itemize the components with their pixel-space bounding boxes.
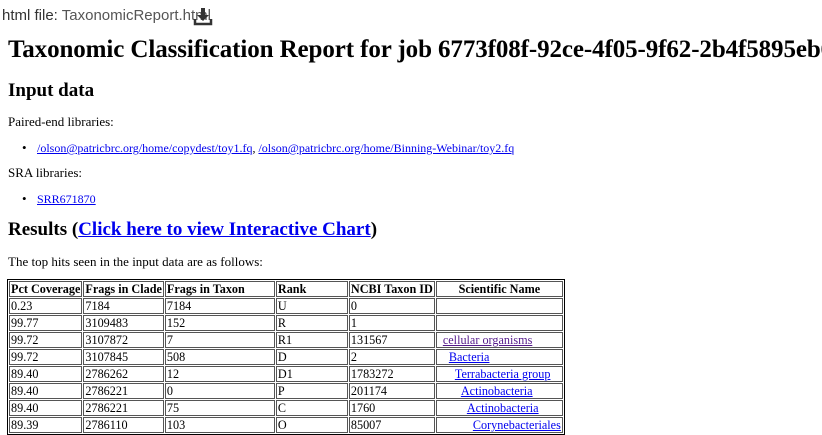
file-label-prefix: html file:: [2, 7, 58, 24]
cell-scientific-name: cellular organisms: [435, 332, 563, 348]
cell-pct-coverage: 99.72: [9, 332, 83, 348]
header-frags-in-clade: Frags in Clade: [83, 281, 164, 297]
cell-ncbi-taxon-id: 131567: [348, 332, 435, 348]
top-hits-intro: The top hits seen in the input data are …: [8, 254, 263, 269]
paired-end-list-item: • /olson@patricbrc.org/home/copydest/toy1…: [22, 140, 514, 156]
results-heading-prefix: Results (: [8, 219, 79, 240]
cell-pct-coverage: 99.77: [9, 315, 83, 331]
cell-frags-in-clade: 2786221: [83, 383, 164, 399]
bullet-icon: •: [22, 140, 27, 155]
sra-label: SRA libraries:: [8, 165, 83, 180]
header-scientific-name: Scientific Name: [435, 281, 563, 297]
download-icon[interactable]: [193, 6, 213, 26]
paired-link-2[interactable]: /olson@patricbrc.org/home/Binning-Webina…: [258, 141, 514, 155]
file-header-bar: html file: TaxonomicReport.html: [0, 0, 822, 30]
table-row: 89.40 2786262 12 D1 1783272 Terrabacteria gro…: [9, 366, 563, 382]
cell-ncbi-taxon-id: 1783272: [348, 366, 435, 382]
table-header-row: Pct Coverage Frags in Clade Frags in Tax…: [9, 281, 563, 297]
taxon-link[interactable]: Actinobacteria: [467, 401, 539, 415]
cell-rank: C: [275, 400, 348, 416]
taxon-link[interactable]: Terrabacteria group: [455, 367, 551, 381]
cell-pct-coverage: 0.23: [9, 298, 83, 314]
cell-frags-in-taxon: 12: [164, 366, 275, 382]
table-row: 89.40 2786221 0 P 201174 Actinobacteria: [9, 383, 563, 399]
taxonomy-table: Pct Coverage Frags in Clade Frags in Tax…: [7, 279, 565, 435]
cell-frags-in-taxon: 75: [164, 400, 275, 416]
cell-scientific-name: Terrabacteria group: [435, 366, 563, 382]
cell-frags-in-clade: 7184: [83, 298, 164, 314]
bullet-icon: •: [22, 191, 27, 206]
taxonomy-table-body: 0.23 7184 7184 U 0 99.77 3109483 152 R 1 99.72 3107…: [9, 298, 563, 433]
cell-frags-in-clade: 2786221: [83, 400, 164, 416]
taxon-link[interactable]: Actinobacteria: [461, 384, 533, 398]
table-row: 99.72 3107872 7 R1 131567 cellular organisms: [9, 332, 563, 348]
cell-scientific-name: Actinobacteria: [435, 383, 563, 399]
cell-frags-in-taxon: 7: [164, 332, 275, 348]
interactive-chart-link[interactable]: Click here to view Interactive Chart: [78, 219, 371, 240]
results-heading: Results (Click here to view Interactive …: [8, 219, 377, 241]
header-rank: Rank: [275, 281, 348, 297]
cell-frags-in-taxon: 0: [164, 383, 275, 399]
table-row: 0.23 7184 7184 U 0: [9, 298, 563, 314]
table-row: 99.72 3107845 508 D 2 Bacteria: [9, 349, 563, 365]
header-pct-coverage: Pct Coverage: [9, 281, 83, 297]
cell-pct-coverage: 89.40: [9, 400, 83, 416]
sra-list-item: • SRR671870: [22, 191, 96, 207]
input-data-heading: Input data: [8, 80, 95, 101]
cell-pct-coverage: 89.40: [9, 383, 83, 399]
cell-frags-in-clade: 2786262: [83, 366, 164, 382]
cell-frags-in-clade: 3107845: [83, 349, 164, 365]
cell-frags-in-clade: 3109483: [83, 315, 164, 331]
taxon-link[interactable]: cellular organisms: [443, 333, 532, 347]
cell-rank: R1: [275, 332, 348, 348]
cell-rank: P: [275, 383, 348, 399]
cell-frags-in-clade: 3107872: [83, 332, 164, 348]
cell-rank: D: [275, 349, 348, 365]
cell-frags-in-taxon: 152: [164, 315, 275, 331]
paired-link-1[interactable]: /olson@patricbrc.org/home/copydest/toy1.…: [37, 141, 252, 155]
file-name: TaxonomicReport.html: [61, 7, 211, 24]
cell-ncbi-taxon-id: 2: [348, 349, 435, 365]
cell-ncbi-taxon-id: 0: [348, 298, 435, 314]
results-heading-suffix: ): [370, 219, 378, 240]
sra-link[interactable]: SRR671870: [37, 192, 96, 206]
header-ncbi-taxon-id: NCBI Taxon ID: [348, 281, 435, 297]
cell-scientific-name: [435, 298, 563, 314]
file-label: html file: TaxonomicReport.html: [2, 7, 211, 24]
cell-ncbi-taxon-id: 201174: [348, 383, 435, 399]
cell-scientific-name: Actinobacteria: [435, 400, 563, 416]
cell-frags-in-taxon: 508: [164, 349, 275, 365]
cell-ncbi-taxon-id: 1: [348, 315, 435, 331]
cell-rank: R: [275, 315, 348, 331]
paired-end-label: Paired-end libraries:: [8, 114, 114, 129]
cell-frags-in-taxon: 7184: [164, 298, 275, 314]
cell-scientific-name: [435, 315, 563, 331]
cell-pct-coverage: 99.72: [9, 349, 83, 365]
cell-ncbi-taxon-id: 1760: [348, 400, 435, 416]
page-title: Taxonomic Classification Report for job …: [8, 36, 822, 63]
header-frags-in-taxon: Frags in Taxon: [164, 281, 275, 297]
taxon-link[interactable]: Bacteria: [449, 350, 490, 364]
cell-scientific-name: Bacteria: [435, 349, 563, 365]
cell-rank: U: [275, 298, 348, 314]
cell-pct-coverage: 89.40: [9, 366, 83, 382]
table-row: 99.77 3109483 152 R 1: [9, 315, 563, 331]
taxon-link[interactable]: Corynebacteriales: [473, 418, 561, 432]
cell-rank: D1: [275, 366, 348, 382]
table-row: 89.40 2786221 75 C 1760 Actinobacteria: [9, 400, 563, 416]
